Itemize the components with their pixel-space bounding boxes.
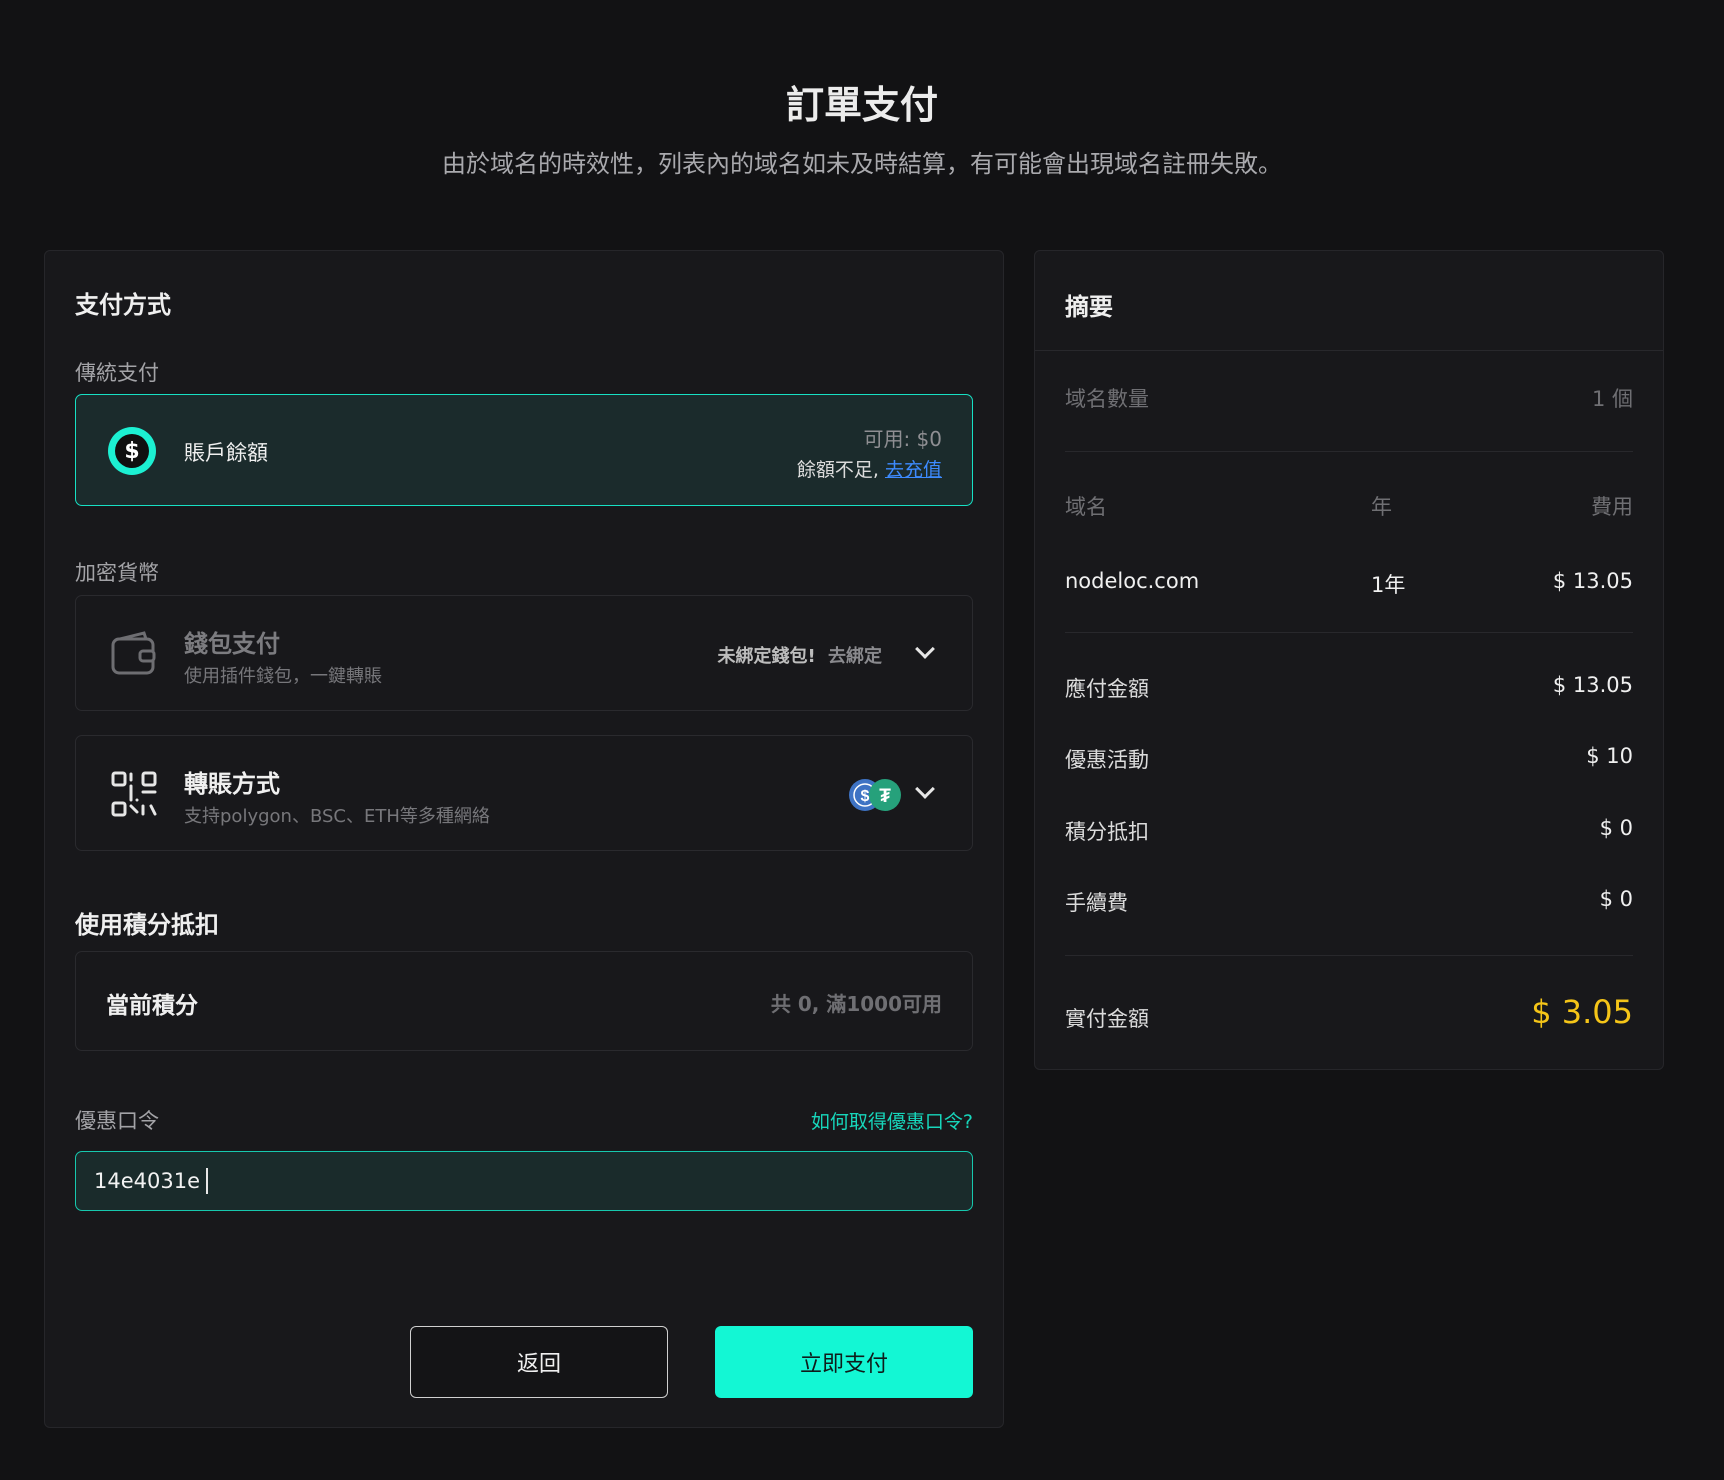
handling-fee-label: 手續費 (1065, 891, 1128, 915)
coupon-help-link[interactable]: 如何取得優惠口令? (811, 1107, 973, 1134)
total-label: 實付金額 (1065, 1007, 1149, 1031)
table-row-domain: nodeloc.com (1065, 569, 1200, 593)
traditional-payment-label: 傳統支付 (75, 361, 159, 385)
payment-panel: 支付方式 傳統支付 $ 賬戶餘額 可用: $0 餘額不足, 去充值 加密貨幣 錢… (44, 250, 1004, 1428)
coupon-label: 優惠口令 (75, 1109, 159, 1133)
table-row-fee: $ 13.05 (1552, 569, 1633, 593)
balance-option-label: 賬戶餘額 (184, 441, 268, 465)
wallet-option-subtitle: 使用插件錢包，一鍵轉賬 (184, 666, 382, 687)
transfer-payment-option[interactable]: 轉賬方式 支持polygon、BSC、ETH等多種網絡 $ ₮ (75, 735, 973, 851)
current-points-label: 當前積分 (106, 993, 198, 1019)
payable-value: $ 13.05 (1552, 673, 1633, 697)
coupon-input[interactable]: 14e4031e (75, 1151, 973, 1211)
text-caret (206, 1168, 209, 1194)
balance-available: 可用: $0 (863, 427, 942, 451)
points-deduction-value: $ 0 (1599, 816, 1633, 840)
transfer-option-title: 轉賬方式 (184, 770, 280, 798)
wallet-option-title: 錢包支付 (184, 630, 280, 658)
domain-count-label: 域名數量 (1065, 387, 1149, 411)
wallet-unbound-text: 未綁定錢包! (717, 646, 816, 667)
table-row-years: 1年 (1371, 573, 1406, 597)
topup-link[interactable]: 去充值 (885, 459, 942, 481)
summary-panel: 摘要 域名數量 1 個 域名 年 費用 nodeloc.com 1年 $ 13.… (1034, 250, 1664, 1070)
table-header-fee: 費用 (1591, 495, 1633, 519)
balance-warning: 餘額不足, 去充值 (797, 455, 942, 482)
qr-code-icon (111, 771, 157, 817)
pay-now-button[interactable]: 立即支付 (715, 1326, 973, 1398)
page-subtitle: 由於域名的時效性，列表內的域名如未及時結算，有可能會出現域名註冊失敗。 (442, 150, 1282, 178)
transfer-option-subtitle: 支持polygon、BSC、ETH等多種網絡 (184, 806, 490, 827)
wallet-icon (111, 631, 156, 675)
chevron-down-icon[interactable] (915, 639, 935, 659)
account-balance-option[interactable]: $ 賬戶餘額 可用: $0 餘額不足, 去充值 (75, 394, 973, 506)
bind-wallet-link[interactable]: 去綁定 (828, 646, 882, 667)
wallet-payment-option[interactable]: 錢包支付 使用插件錢包，一鍵轉賬 未綁定錢包! 去綁定 (75, 595, 973, 711)
current-points-value: 共 0, 滿1000可用 (770, 992, 942, 1016)
domain-count-value: 1 個 (1591, 387, 1633, 411)
points-heading: 使用積分抵扣 (75, 911, 219, 939)
usdc-icon: $ ₮ (849, 779, 901, 811)
summary-divider (1065, 955, 1633, 956)
payable-label: 應付金額 (1065, 677, 1149, 701)
payment-method-heading: 支付方式 (75, 291, 171, 319)
svg-text:$: $ (861, 788, 870, 805)
coupon-input-value: 14e4031e (94, 1169, 201, 1193)
page-title: 訂單支付 (785, 83, 938, 127)
summary-divider (1065, 632, 1633, 633)
handling-fee-value: $ 0 (1599, 887, 1633, 911)
insufficient-balance-text: 餘額不足, (796, 459, 879, 481)
wallet-status: 未綁定錢包! 去綁定 (718, 642, 883, 668)
summary-heading: 摘要 (1065, 293, 1113, 321)
total-value: $ 3.05 (1531, 993, 1633, 1031)
points-card: 當前積分 共 0, 滿1000可用 (75, 951, 973, 1051)
chevron-down-icon[interactable] (915, 779, 935, 799)
svg-text:₮: ₮ (879, 786, 891, 807)
crypto-label: 加密貨幣 (75, 561, 159, 585)
summary-divider (1035, 350, 1663, 351)
discount-value: $ 10 (1586, 744, 1633, 768)
table-header-domain: 域名 (1065, 495, 1107, 519)
dollar-coin-icon: $ (108, 427, 156, 475)
points-deduction-label: 積分抵扣 (1065, 820, 1149, 844)
table-header-years: 年 (1371, 495, 1392, 519)
back-button[interactable]: 返回 (410, 1326, 668, 1398)
summary-divider (1065, 451, 1633, 452)
discount-label: 優惠活動 (1065, 748, 1149, 772)
